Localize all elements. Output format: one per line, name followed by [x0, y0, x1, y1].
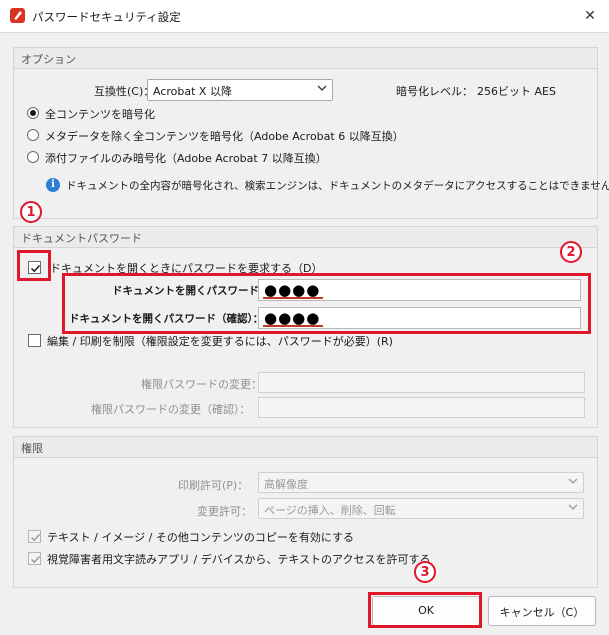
info-text: ドキュメントの全内容が暗号化され、検索エンジンは、ドキュメントのメタデータにアク… [66, 180, 609, 192]
allow-accessibility-checkbox[interactable] [28, 552, 41, 565]
encryption-level-label: 暗号化レベル： [396, 85, 473, 98]
annotation-box-3 [368, 592, 482, 628]
checkmark-icon [30, 533, 41, 542]
compat-select-value: Acrobat X 以降 [153, 85, 232, 98]
chevron-down-icon [568, 504, 578, 510]
annotation-box-1 [17, 250, 51, 281]
chevron-down-icon [568, 478, 578, 484]
annotation-badge-1: 1 [20, 201, 42, 223]
options-group-title: オプション [21, 53, 76, 66]
permission-password-confirm-input[interactable] [258, 397, 585, 418]
restrict-edit-print-checkbox[interactable] [28, 334, 41, 347]
permission-password-label: 権限パスワードの変更： [141, 378, 262, 391]
options-group-header: オプション [14, 48, 597, 69]
allow-accessibility-label: 視覚障害者用文字読みアプリ / デバイスから、テキストのアクセスを許可する [47, 553, 431, 566]
radio-encrypt-except-metadata-label: メタデータを除く全コンテンツを暗号化（Adobe Acrobat 6 以降互換） [45, 130, 404, 143]
close-icon[interactable]: ✕ [580, 6, 600, 26]
cancel-button[interactable]: キャンセル（C） [488, 596, 596, 626]
radio-encrypt-all[interactable] [27, 107, 39, 119]
compat-select[interactable]: Acrobat X 以降 [147, 79, 333, 101]
permissions-group-title: 権限 [21, 442, 43, 455]
radio-encrypt-attachments-label: 添付ファイルのみ暗号化（Adobe Acrobat 7 以降互換） [45, 152, 327, 165]
print-permission-label: 印刷許可(P)： [178, 479, 249, 492]
permissions-group: 権限 印刷許可(P)： 高解像度 変更許可： ページの挿入、削除、回転 テキスト… [13, 436, 598, 588]
info-icon: i [46, 178, 60, 192]
change-permission-select[interactable]: ページの挿入、削除、回転 [258, 498, 584, 519]
permission-password-input[interactable] [258, 372, 585, 393]
radio-encrypt-except-metadata[interactable] [27, 129, 39, 141]
restrict-edit-print-label: 編集 / 印刷を制限（権限設定を変更するには、パスワードが必要）(R) [47, 335, 393, 348]
cancel-button-label: キャンセル（C） [499, 606, 585, 619]
permissions-group-header: 権限 [14, 437, 597, 458]
doc-password-group-header: ドキュメントパスワード [14, 227, 597, 248]
radio-encrypt-attachments[interactable] [27, 151, 39, 163]
chevron-down-icon [317, 85, 327, 91]
annotation-box-2 [62, 273, 591, 334]
print-permission-select[interactable]: 高解像度 [258, 472, 584, 493]
annotation-badge-2: 2 [560, 241, 582, 263]
title-bar: パスワードセキュリティ設定 ✕ [0, 0, 609, 32]
app-logo-icon [10, 8, 25, 23]
encryption-level-value: 256ビット AES [477, 85, 556, 98]
change-permission-label: 変更許可： [197, 505, 252, 518]
change-permission-value: ページの挿入、削除、回転 [264, 504, 396, 517]
radio-encrypt-all-label: 全コンテンツを暗号化 [45, 108, 155, 121]
doc-password-group-title: ドキュメントパスワード [21, 232, 142, 245]
annotation-badge-3: 3 [414, 561, 436, 583]
print-permission-value: 高解像度 [264, 478, 308, 491]
checkmark-icon [30, 555, 41, 564]
compat-label: 互換性(C)： [94, 85, 155, 98]
allow-copy-checkbox[interactable] [28, 530, 41, 543]
permission-password-confirm-label: 権限パスワードの変更（確認）： [91, 403, 251, 416]
window-title: パスワードセキュリティ設定 [32, 10, 181, 24]
options-group: オプション 互換性(C)： Acrobat X 以降 暗号化レベル： 256ビッ… [13, 47, 609, 219]
allow-copy-label: テキスト / イメージ / その他コンテンツのコピーを有効にする [47, 531, 354, 544]
